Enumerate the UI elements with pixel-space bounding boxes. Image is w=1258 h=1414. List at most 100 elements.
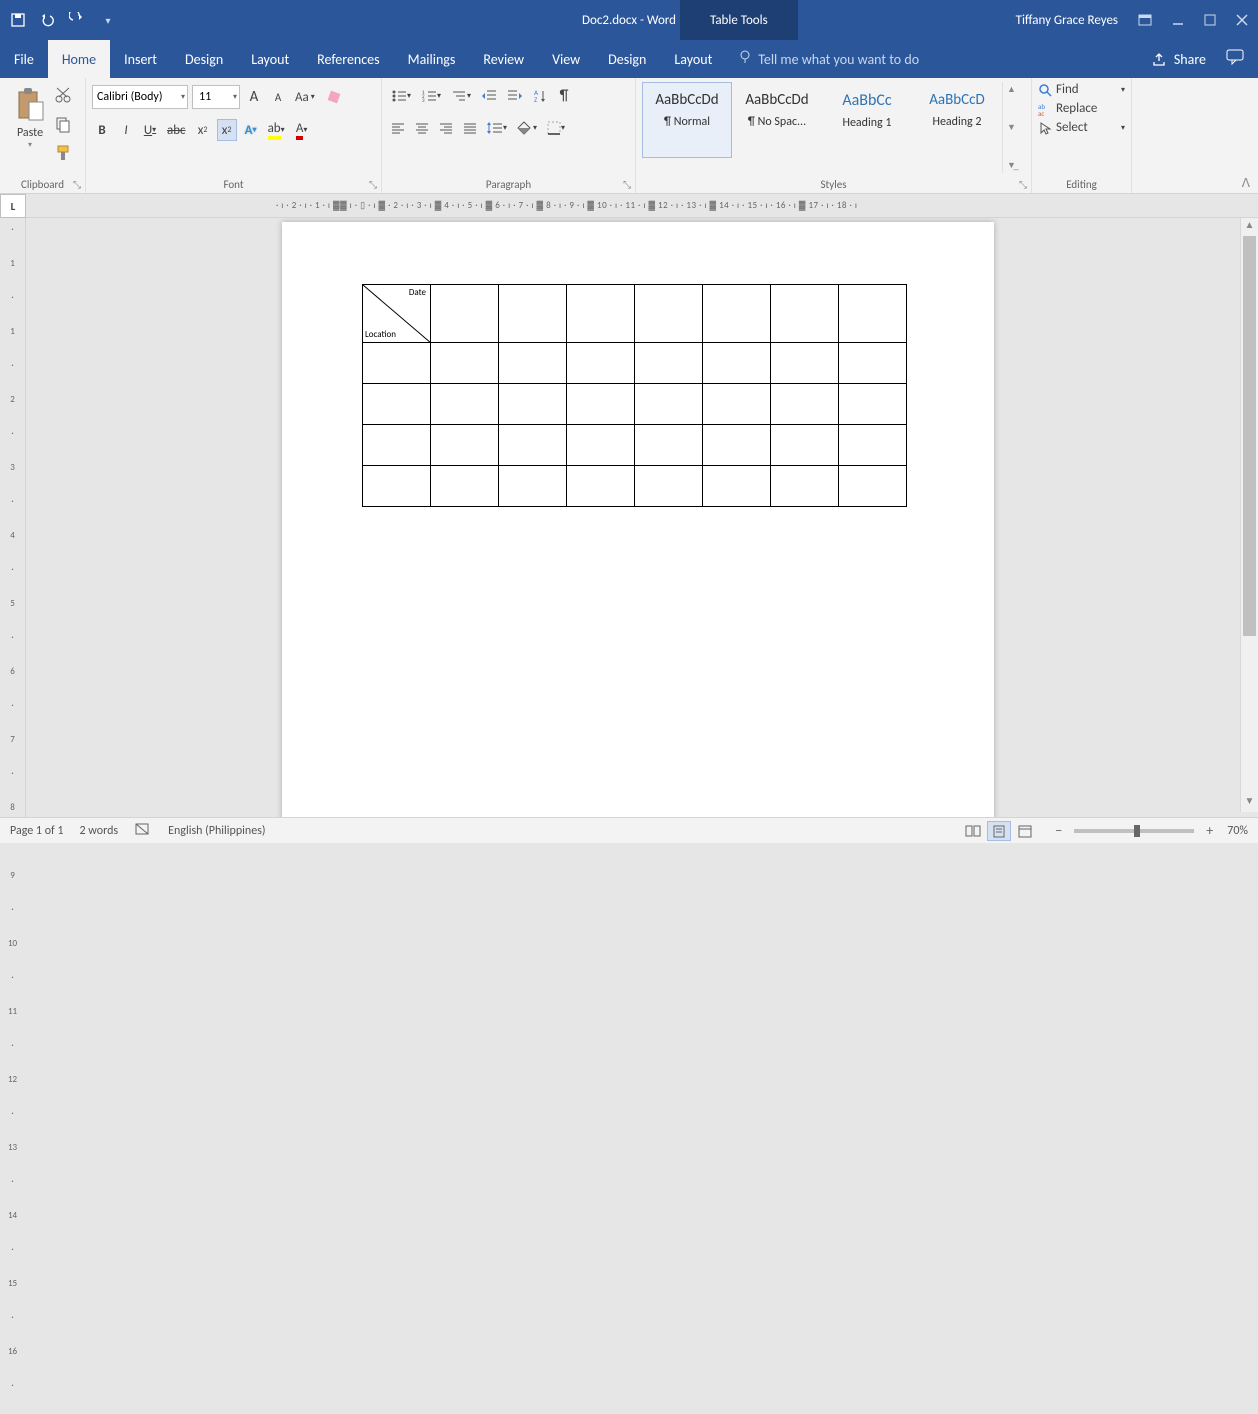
scroll-down-icon[interactable]: ▼ [1241, 794, 1258, 812]
read-mode-button[interactable] [961, 821, 985, 841]
tab-review[interactable]: Review [469, 40, 538, 78]
font-name-combo[interactable]: Calibri (Body)▾ [92, 85, 188, 109]
text-effects-button[interactable]: A▾ [241, 119, 261, 141]
share-button[interactable]: Share [1152, 51, 1206, 68]
save-icon[interactable] [8, 10, 28, 30]
grow-font-button[interactable]: A [244, 86, 264, 108]
page-number-status[interactable]: Page 1 of 1 [10, 824, 64, 838]
table-cell[interactable] [703, 466, 771, 507]
underline-button[interactable]: U▾ [140, 119, 160, 141]
line-spacing-button[interactable]: ▾ [484, 117, 510, 139]
vertical-ruler[interactable]: ·1·1·2·3·4·5·6·7·8·9·10·11·12·13·14·15·1… [0, 218, 26, 835]
table-cell[interactable] [839, 466, 907, 507]
zoom-slider[interactable] [1074, 829, 1194, 833]
table-cell[interactable] [431, 343, 499, 384]
decrease-indent-button[interactable] [478, 85, 500, 107]
align-left-button[interactable] [388, 117, 408, 139]
table-cell[interactable] [771, 384, 839, 425]
collapse-ribbon-icon[interactable]: ᐱ [1242, 176, 1250, 191]
tab-insert[interactable]: Insert [110, 40, 171, 78]
table-cell[interactable] [635, 343, 703, 384]
comments-icon[interactable] [1226, 49, 1244, 69]
select-button[interactable]: Select▾ [1038, 120, 1125, 135]
zoom-in-button[interactable]: + [1202, 822, 1217, 839]
strikethrough-button[interactable]: abc [164, 119, 189, 141]
numbering-button[interactable]: 123▾ [418, 85, 444, 107]
qat-customize-icon[interactable]: ▾ [98, 10, 118, 30]
scroll-thumb[interactable] [1243, 236, 1256, 636]
italic-button[interactable]: I [116, 119, 136, 141]
copy-icon[interactable] [54, 115, 72, 138]
zoom-out-button[interactable]: − [1051, 822, 1066, 839]
cut-icon[interactable] [54, 86, 72, 109]
tab-table-design[interactable]: Design [594, 40, 660, 78]
table-cell[interactable] [431, 384, 499, 425]
table-cell[interactable] [431, 285, 499, 343]
table-cell[interactable] [567, 466, 635, 507]
table-cell[interactable] [431, 466, 499, 507]
vertical-scrollbar[interactable]: ▲ ▼ [1240, 218, 1258, 812]
table-cell[interactable] [363, 343, 431, 384]
maximize-icon[interactable] [1204, 14, 1216, 26]
scroll-up-icon[interactable]: ▲ [1241, 218, 1258, 236]
tab-home[interactable]: Home [48, 40, 110, 78]
replace-button[interactable]: abacReplace [1038, 101, 1125, 116]
table-cell[interactable] [771, 425, 839, 466]
justify-button[interactable] [460, 117, 480, 139]
horizontal-ruler[interactable]: · ı · 2 · ı · 1 · ı ▓▓ ı · ▯ · ı ▓ · 2 ·… [26, 194, 1258, 217]
paste-button[interactable]: Paste ▾ [6, 82, 54, 173]
zoom-level[interactable]: 70% [1227, 824, 1248, 838]
ribbon-display-options-icon[interactable] [1138, 14, 1152, 26]
clipboard-launcher-icon[interactable]: ⤡ [73, 178, 81, 191]
table-cell[interactable] [499, 425, 567, 466]
show-hide-button[interactable]: ¶ [554, 85, 574, 107]
align-center-button[interactable] [412, 117, 432, 139]
highlight-button[interactable]: ab▾ [265, 119, 288, 141]
table-cell[interactable] [635, 425, 703, 466]
table-cell[interactable] [499, 285, 567, 343]
table-cell[interactable] [567, 425, 635, 466]
format-painter-icon[interactable] [54, 144, 72, 167]
table-cell[interactable]: DateLocation [363, 285, 431, 343]
tab-design[interactable]: Design [171, 40, 237, 78]
table-cell[interactable] [567, 384, 635, 425]
font-launcher-icon[interactable]: ⤡ [369, 178, 377, 191]
table-cell[interactable] [499, 466, 567, 507]
table-cell[interactable] [771, 343, 839, 384]
table-cell[interactable] [771, 466, 839, 507]
print-layout-button[interactable] [987, 821, 1011, 841]
tab-file[interactable]: File [0, 40, 48, 78]
bold-button[interactable]: B [92, 119, 112, 141]
paragraph-launcher-icon[interactable]: ⤡ [623, 178, 631, 191]
align-right-button[interactable] [436, 117, 456, 139]
undo-icon[interactable] [38, 10, 58, 30]
table-cell[interactable] [635, 466, 703, 507]
table-cell[interactable] [703, 384, 771, 425]
table-cell[interactable] [567, 343, 635, 384]
word-count-status[interactable]: 2 words [80, 824, 119, 838]
styles-launcher-icon[interactable]: ⤡ [1019, 178, 1027, 191]
zoom-slider-thumb[interactable] [1134, 825, 1140, 837]
table-cell[interactable] [703, 343, 771, 384]
style-normal[interactable]: AaBbCcDd ¶ Normal [642, 82, 732, 158]
style-scroll-up-icon[interactable]: ▲ [1003, 84, 1020, 95]
table-cell[interactable] [499, 343, 567, 384]
table-cell[interactable] [839, 343, 907, 384]
table-cell[interactable] [363, 466, 431, 507]
table-cell[interactable] [703, 285, 771, 343]
redo-icon[interactable] [68, 10, 88, 30]
table-cell[interactable] [839, 425, 907, 466]
document-canvas[interactable]: DateLocation [26, 218, 1258, 835]
shrink-font-button[interactable]: A [268, 86, 288, 108]
minimize-icon[interactable] [1172, 14, 1184, 26]
language-status[interactable]: English (Philippines) [168, 824, 265, 838]
tab-selector[interactable]: L [0, 194, 26, 218]
increase-indent-button[interactable] [504, 85, 526, 107]
tab-references[interactable]: References [303, 40, 393, 78]
font-color-button[interactable]: A▾ [292, 119, 312, 141]
style-heading-1[interactable]: AaBbCc Heading 1 [822, 82, 912, 158]
table-cell[interactable] [839, 384, 907, 425]
document-table[interactable]: DateLocation [362, 284, 907, 507]
style-scroll-down-icon[interactable]: ▼ [1003, 122, 1020, 133]
table-cell[interactable] [771, 285, 839, 343]
